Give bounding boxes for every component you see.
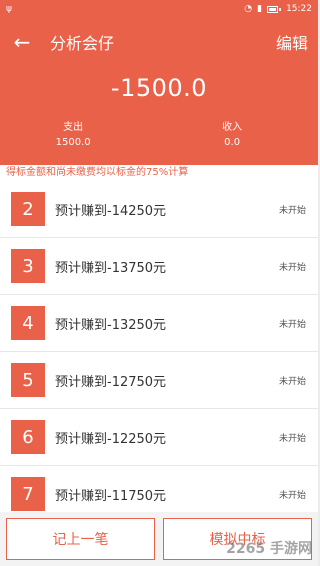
battery-icon [267,5,279,13]
watermark: 2265 手游网 [226,541,312,557]
income-stat: 收入 0.0 [146,120,318,150]
status-label: 未开始 [278,433,306,444]
expected-earnings: 预计赚到-12250元 [55,431,167,447]
status-label: 未开始 [278,376,306,387]
income-value: 0.0 [224,137,241,148]
notice-text: 得标金额和尚未缴费均以标金的75%计算 [0,165,318,181]
period-number: 5 [11,363,45,397]
period-number: 4 [11,306,45,340]
period-number: 7 [11,477,45,511]
page-title: 分析会仔 [50,34,115,53]
list-item[interactable]: 6 预计赚到-12250元 未开始 [0,409,318,466]
period-number: 2 [11,192,45,226]
expected-earnings: 预计赚到-13750元 [55,260,167,276]
expected-earnings: 预计赚到-14250元 [55,203,167,219]
list-item[interactable]: 2 预计赚到-14250元 未开始 [0,181,318,238]
summary-header: ← 分析会仔 编辑 -1500.0 支出 1500.0 收入 0.0 [0,18,318,165]
period-number: 6 [11,420,45,454]
status-time: 15:22 [286,4,312,14]
edit-button[interactable]: 编辑 [276,30,308,54]
expense-value: 1500.0 [55,137,91,148]
back-arrow-icon[interactable]: ← [10,30,34,54]
signal-icon: ▮ [257,4,263,14]
record-button[interactable]: 记上一笔 [6,518,155,560]
status-label: 未开始 [278,205,306,216]
status-label: 未开始 [278,262,306,273]
usb-icon: ψ [6,4,12,14]
balance-amount: -1500.0 [110,74,208,102]
period-number: 3 [11,249,45,283]
period-list: 2 预计赚到-14250元 未开始 3 预计赚到-13750元 未开始 4 预计… [0,181,318,523]
expected-earnings: 预计赚到-12750元 [55,374,167,390]
status-bar: ψ ◔ ▮ 15:22 [0,0,318,18]
list-item[interactable]: 3 预计赚到-13750元 未开始 [0,238,318,295]
top-bar: ← 分析会仔 编辑 [0,18,318,66]
list-item[interactable]: 5 预计赚到-12750元 未开始 [0,352,318,409]
expected-earnings: 预计赚到-13250元 [55,317,167,333]
expense-stat: 支出 1500.0 [0,120,146,150]
stats: 支出 1500.0 收入 0.0 [0,120,318,150]
list-item[interactable]: 4 预计赚到-13250元 未开始 [0,295,318,352]
expected-earnings: 预计赚到-11750元 [55,488,167,504]
status-label: 未开始 [278,319,306,330]
wifi-icon: ◔ [244,4,253,14]
income-label: 收入 [222,122,243,133]
status-label: 未开始 [278,490,306,501]
expense-label: 支出 [63,122,84,133]
